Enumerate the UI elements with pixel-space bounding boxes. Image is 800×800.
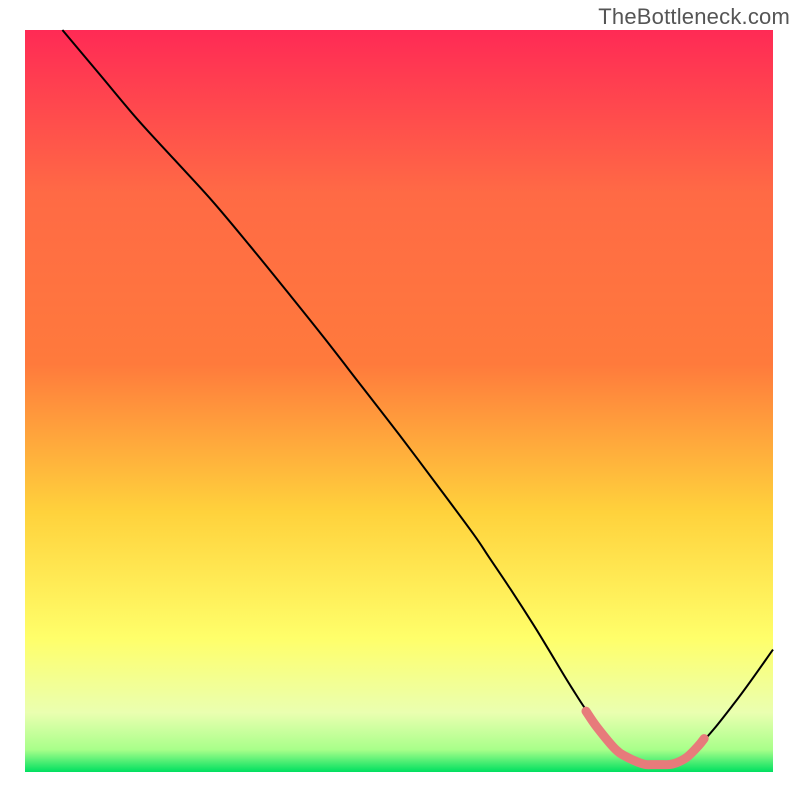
chart-stage: TheBottleneck.com — [0, 0, 800, 800]
watermark-text: TheBottleneck.com — [598, 4, 790, 30]
bottleneck-chart — [0, 0, 800, 800]
plot-background — [25, 30, 773, 772]
